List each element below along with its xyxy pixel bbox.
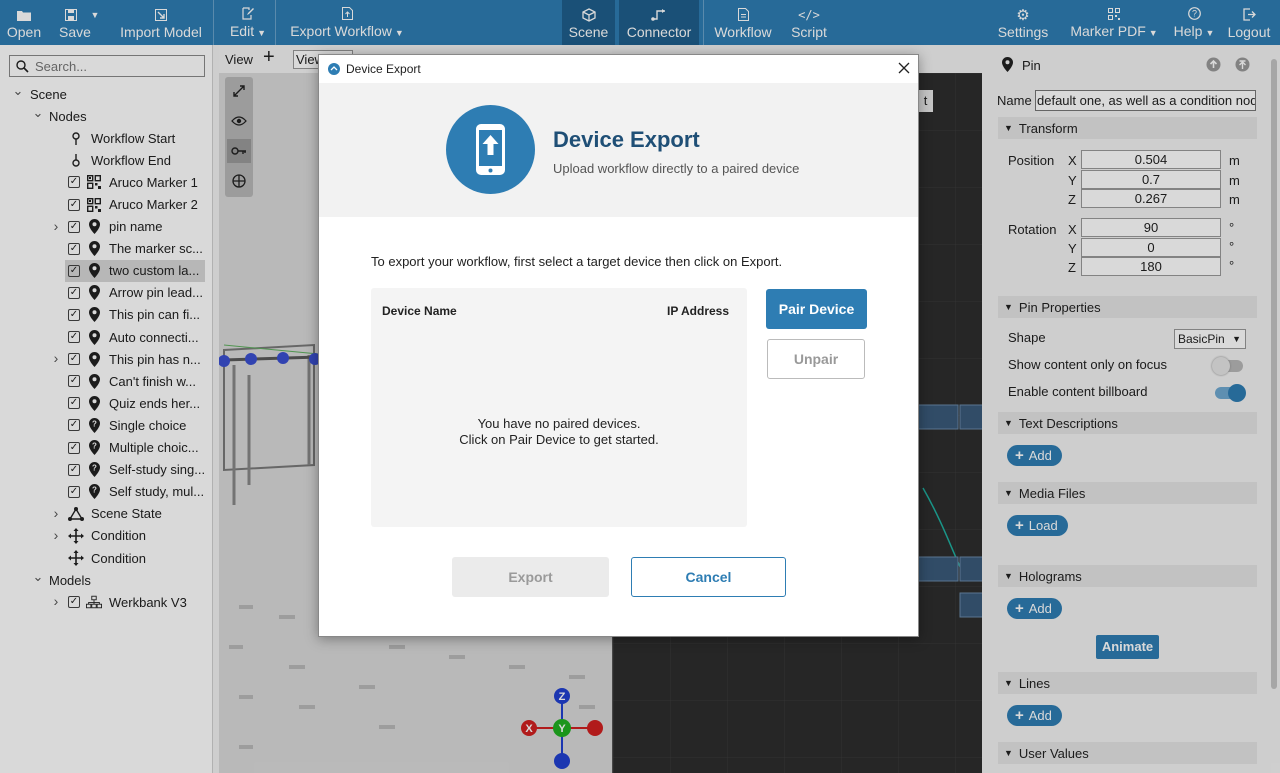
- device-export-dialog: Device Export Device Export Upload workf…: [318, 54, 919, 637]
- dialog-title-bar: Device Export: [319, 55, 918, 83]
- column-header-device-name: Device Name: [382, 304, 457, 318]
- export-button[interactable]: Export: [452, 557, 609, 597]
- phone-upload-icon: [446, 105, 535, 194]
- dialog-subheading: Upload workflow directly to a paired dev…: [553, 161, 800, 176]
- column-header-ip-address: IP Address: [667, 304, 730, 318]
- device-list[interactable]: Device Name IP Address You have no paire…: [371, 288, 747, 527]
- dialog-heading: Device Export: [553, 127, 700, 152]
- close-icon[interactable]: [898, 62, 910, 74]
- empty-state-message: You have no paired devices. Click on Pai…: [459, 416, 659, 447]
- app-logo-icon: [328, 63, 340, 75]
- cancel-button[interactable]: Cancel: [631, 557, 786, 597]
- dialog-header: Device Export Upload workflow directly t…: [319, 83, 918, 217]
- unpair-button[interactable]: Unpair: [767, 339, 865, 379]
- export-instruction: To export your workflow, first select a …: [371, 254, 783, 269]
- pair-device-button[interactable]: Pair Device: [766, 289, 867, 329]
